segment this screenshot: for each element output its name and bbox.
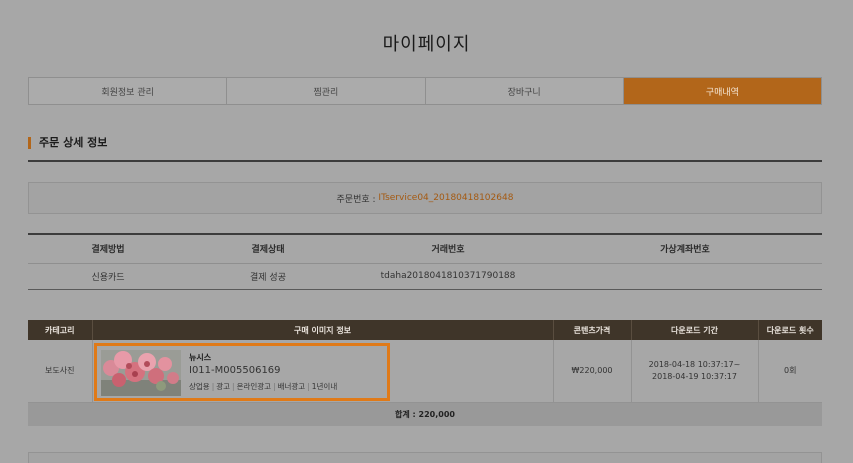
order-number-label: 주문번호 : xyxy=(336,194,376,205)
download-period-value: 2018-04-18 10:37:17~ 2018-04-19 10:37:17 xyxy=(631,340,759,403)
download-count-value: 0회 xyxy=(758,340,822,403)
page-title: 마이페이지 xyxy=(382,34,471,55)
product-name: 뉴시스 xyxy=(189,353,212,362)
transaction-number-header: 거래번호 xyxy=(348,234,548,264)
tag-banner-ad: 배너광고 xyxy=(277,382,306,391)
section-title: 주문 상세 정보 xyxy=(28,137,107,149)
tag-online-ad: 온라인광고 xyxy=(236,382,272,391)
items-header-row: 카테고리 구매 이미지 정보 콘텐츠가격 다운로드 기간 다운로드 횟수 xyxy=(28,320,822,340)
payment-row: 신용카드 결제 성공 tdaha2018041810371790188 xyxy=(28,263,822,290)
tab-cart[interactable]: 장바구니 xyxy=(426,78,624,104)
tag-duration: 1년이내 xyxy=(311,382,338,391)
price-header: 콘텐츠가격 xyxy=(553,320,632,340)
payment-header-row: 결제방법 결제상태 거래번호 가상계좌번호 xyxy=(28,234,822,264)
total-row: 합계 : 220,000 xyxy=(28,402,822,426)
transaction-number-value: tdaha2018041810371790188 xyxy=(348,263,548,290)
payment-status-value: 결제 성공 xyxy=(188,263,348,290)
mypage-tabs: 회원정보 관리 찜관리 장바구니 구매내역 xyxy=(28,77,822,105)
period-start: 2018-04-18 10:37:17~ xyxy=(648,359,741,369)
category-value: 보도사진 xyxy=(28,340,93,403)
price-value: ₩220,000 xyxy=(553,340,632,403)
download-count-header: 다운로드 횟수 xyxy=(758,320,822,340)
product-thumbnail[interactable] xyxy=(101,350,181,396)
tag-commercial: 상업용 xyxy=(189,382,210,391)
download-period-header: 다운로드 기간 xyxy=(631,320,759,340)
tab-purchase-history[interactable]: 구매내역 xyxy=(623,78,821,104)
payment-method-header: 결제방법 xyxy=(28,234,188,264)
product-card[interactable]: 뉴시스 I011-M005506169 상업용 | 광고 | 온라인광고 | 배너광고 | 1년… xyxy=(94,343,390,401)
pink-flowers-photo-icon xyxy=(101,350,181,396)
section-divider xyxy=(28,160,822,162)
tab-member-info[interactable]: 회원정보 관리 xyxy=(29,78,228,104)
tag-ad: 광고 xyxy=(216,382,231,391)
tag-separator: | xyxy=(273,382,276,391)
bottom-section-box xyxy=(28,452,822,463)
payment-table: 결제방법 결제상태 거래번호 가상계좌번호 신용카드 결제 성공 tdaha20… xyxy=(28,233,822,290)
payment-method-value: 신용카드 xyxy=(28,263,188,290)
total-value: 합계 : 220,000 xyxy=(28,402,822,426)
image-info-header: 구매 이미지 정보 xyxy=(92,320,554,340)
order-number-box: 주문번호 : ITservice04_20180418102648 xyxy=(28,182,822,214)
tag-separator: | xyxy=(307,382,310,391)
tag-separator: | xyxy=(232,382,235,391)
period-end: 2018-04-19 10:37:17 xyxy=(652,371,737,381)
product-code: I011-M005506169 xyxy=(189,365,281,376)
order-number-value: ITservice04_20180418102648 xyxy=(378,193,514,203)
product-license-tags: 상업용 | 광고 | 온라인광고 | 배너광고 | 1년이내 xyxy=(189,381,337,392)
payment-status-header: 결제상태 xyxy=(188,234,348,264)
tag-separator: | xyxy=(211,382,215,391)
virtual-account-header: 가상계좌번호 xyxy=(548,234,822,264)
tab-wishlist[interactable]: 찜관리 xyxy=(227,78,426,104)
virtual-account-value xyxy=(548,263,822,290)
category-header: 카테고리 xyxy=(28,320,93,340)
